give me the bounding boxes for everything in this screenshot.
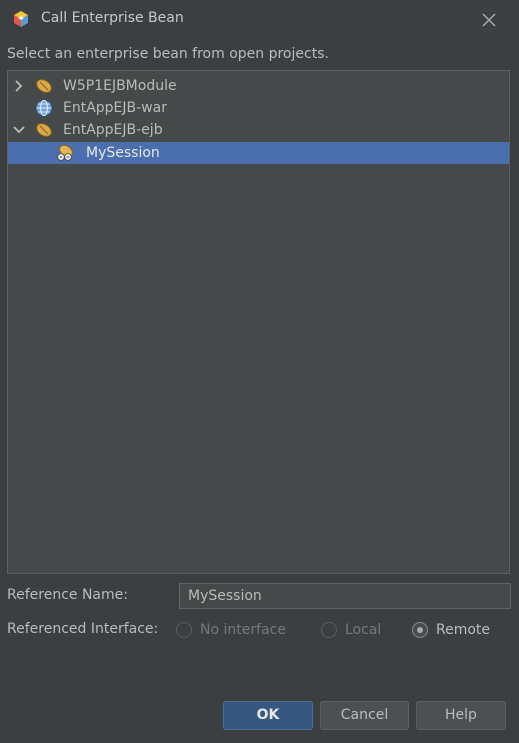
tree-item-entappejb-war[interactable]: EntAppEJB-war (8, 97, 509, 119)
chevron-down-icon[interactable] (13, 124, 25, 136)
ejb-module-icon (36, 123, 52, 137)
radio-label: Local (345, 622, 382, 638)
tree-item-label: EntAppEJB-war (63, 100, 167, 116)
help-button[interactable]: Help (416, 701, 506, 730)
radio-label: Remote (436, 622, 491, 638)
ejb-module-icon (36, 79, 52, 93)
tree-item-entappejb-ejb[interactable]: EntAppEJB-ejb (8, 119, 509, 141)
tree-item-label: MySession (86, 145, 160, 161)
chevron-right-icon[interactable] (13, 80, 25, 92)
tree-item-mysession[interactable]: MySession (8, 142, 509, 164)
session-bean-icon (57, 144, 73, 161)
no-interface-radio[interactable]: No interface (176, 620, 286, 640)
instruction-text: Select an enterprise bean from open proj… (7, 46, 329, 62)
tree-item-w5p1ejbmodule[interactable]: W5P1EJBModule (8, 75, 509, 97)
radio-circle (321, 622, 337, 638)
ok-button[interactable]: OK (223, 701, 313, 730)
tree-item-label: EntAppEJB-ejb (63, 122, 163, 138)
referenced-interface-label: Referenced Interface: (7, 621, 159, 637)
tree-item-label: W5P1EJBModule (63, 78, 177, 94)
radio-circle (412, 622, 428, 638)
project-tree[interactable]: W5P1EJBModule EntAppEJB-war EntAppEJB-ej… (7, 70, 510, 574)
local-radio[interactable]: Local (321, 620, 381, 640)
remote-radio[interactable]: Remote (412, 620, 490, 640)
reference-name-field[interactable] (179, 583, 511, 609)
radio-label: No interface (200, 622, 286, 638)
window-title: Call Enterprise Bean (41, 10, 184, 26)
cancel-button[interactable]: Cancel (320, 701, 409, 730)
reference-name-label: Reference Name: (7, 587, 128, 603)
close-icon[interactable] (478, 9, 500, 31)
title-bar: Call Enterprise Bean (0, 0, 519, 38)
radio-circle (176, 622, 192, 638)
web-module-icon (36, 100, 52, 116)
netbeans-cube-icon (14, 11, 28, 27)
